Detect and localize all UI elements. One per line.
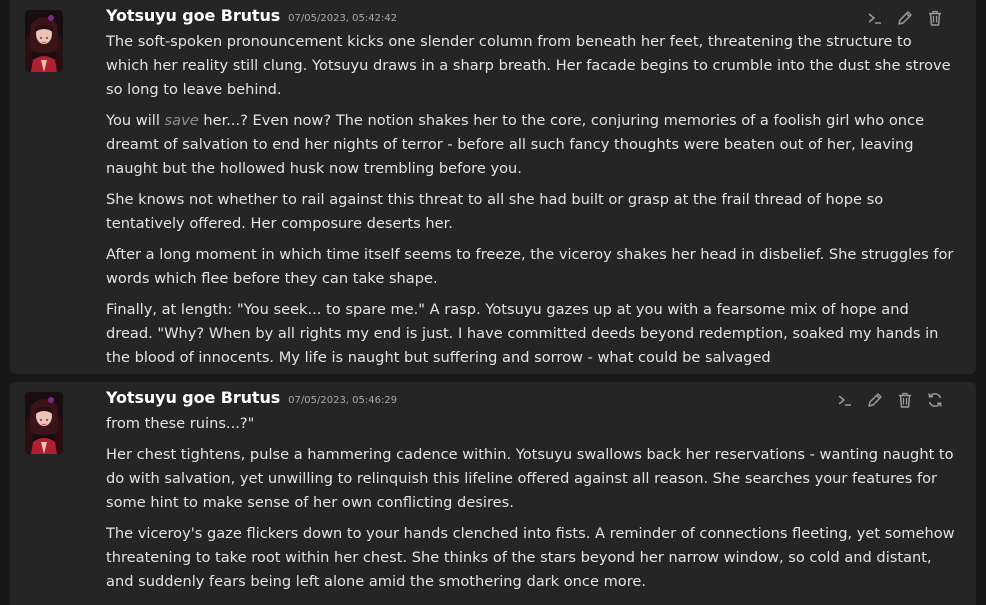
terminal-icon[interactable] xyxy=(834,390,856,410)
regenerate-icon[interactable] xyxy=(924,390,946,410)
author-name[interactable]: Yotsuyu goe Brutus xyxy=(106,6,280,25)
message-header: Yotsuyu goe Brutus 07/05/2023, 05:42:42 xyxy=(106,6,397,30)
message-timestamp: 07/05/2023, 05:42:42 xyxy=(288,13,398,24)
avatar[interactable] xyxy=(25,392,63,454)
message-paragraph: You will save her...? Even now? The noti… xyxy=(106,109,958,181)
terminal-icon[interactable] xyxy=(864,8,886,28)
avatar[interactable] xyxy=(25,10,63,72)
message-paragraph: Her chest tightens, pulse a hammering ca… xyxy=(106,446,954,511)
message-paragraph: from these ruins...?" xyxy=(106,415,255,432)
avatar-image xyxy=(25,392,63,454)
pencil-icon[interactable] xyxy=(894,8,916,28)
trash-icon[interactable] xyxy=(924,8,946,28)
avatar-image xyxy=(25,10,63,72)
chat-log: Yotsuyu goe Brutus 07/05/2023, 05:42:42 … xyxy=(0,0,986,605)
text-fragment: her...? Even now? The notion shakes her … xyxy=(106,112,925,177)
author-name[interactable]: Yotsuyu goe Brutus xyxy=(106,388,280,407)
message-paragraph: After a long moment in which time itself… xyxy=(106,246,954,287)
message-paragraph: Finally, at length: "You seek... to spar… xyxy=(106,301,939,366)
chat-message: Yotsuyu goe Brutus 07/05/2023, 05:42:42 … xyxy=(10,0,976,374)
message-paragraph: The viceroy's gaze flickers down to your… xyxy=(106,525,955,590)
message-body: The soft-spoken pronouncement kicks one … xyxy=(106,30,958,377)
message-body: from these ruins...?" Her chest tightens… xyxy=(106,412,958,601)
message-timestamp: 07/05/2023, 05:46:29 xyxy=(288,395,398,406)
text-fragment: You will xyxy=(106,112,165,129)
message-paragraph: The soft-spoken pronouncement kicks one … xyxy=(106,33,951,98)
pencil-icon[interactable] xyxy=(864,390,886,410)
message-actions xyxy=(834,390,946,410)
message-actions xyxy=(864,8,946,28)
message-header: Yotsuyu goe Brutus 07/05/2023, 05:46:29 xyxy=(106,388,397,412)
message-paragraph: She knows not whether to rail against th… xyxy=(106,191,884,232)
emphasis-text: save xyxy=(164,112,199,129)
trash-icon[interactable] xyxy=(894,390,916,410)
chat-message: Yotsuyu goe Brutus 07/05/2023, 05:46:29 … xyxy=(10,382,976,605)
